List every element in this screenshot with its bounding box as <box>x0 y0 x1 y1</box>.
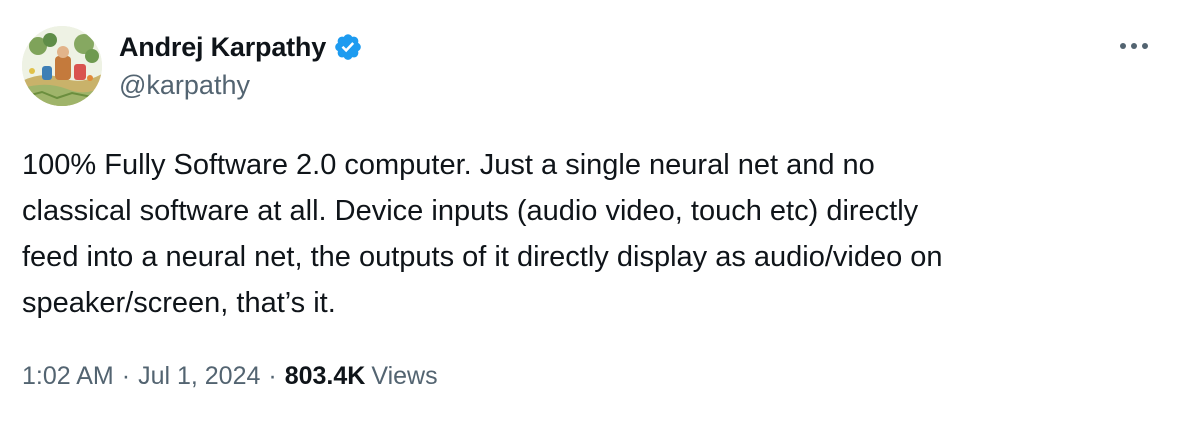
tweet-text: 100% Fully Software 2.0 computer. Just a… <box>22 142 1152 326</box>
more-options-button[interactable] <box>1112 34 1156 58</box>
avatar-illustration <box>22 26 102 106</box>
meta-separator: · <box>121 362 131 390</box>
tweet-date[interactable]: Jul 1, 2024 <box>138 362 260 391</box>
more-icon <box>1120 43 1148 49</box>
author-display-name[interactable]: Andrej Karpathy <box>119 32 326 63</box>
tweet-text-line: feed into a neural net, the outputs of i… <box>22 241 943 273</box>
tweet-card: Andrej Karpathy @karpathy 100% Fully Sof… <box>0 0 1178 422</box>
avatar[interactable] <box>22 26 102 106</box>
author-handle[interactable]: @karpathy <box>119 70 250 101</box>
tweet-meta: 1:02 AM · Jul 1, 2024 · 803.4K Views <box>22 362 438 391</box>
meta-separator: · <box>268 362 277 390</box>
tweet-text-line: 100% Fully Software 2.0 computer. Just a… <box>22 149 875 181</box>
views-label[interactable]: Views <box>371 362 437 391</box>
tweet-time[interactable]: 1:02 AM <box>22 362 114 391</box>
author-name-row: Andrej Karpathy <box>119 29 363 65</box>
tweet-text-line: speaker/screen, that’s it. <box>22 287 336 319</box>
views-count[interactable]: 803.4K <box>285 362 366 391</box>
tweet-text-line: classical software at all. Device inputs… <box>22 195 919 227</box>
verified-badge-icon[interactable] <box>333 32 363 62</box>
